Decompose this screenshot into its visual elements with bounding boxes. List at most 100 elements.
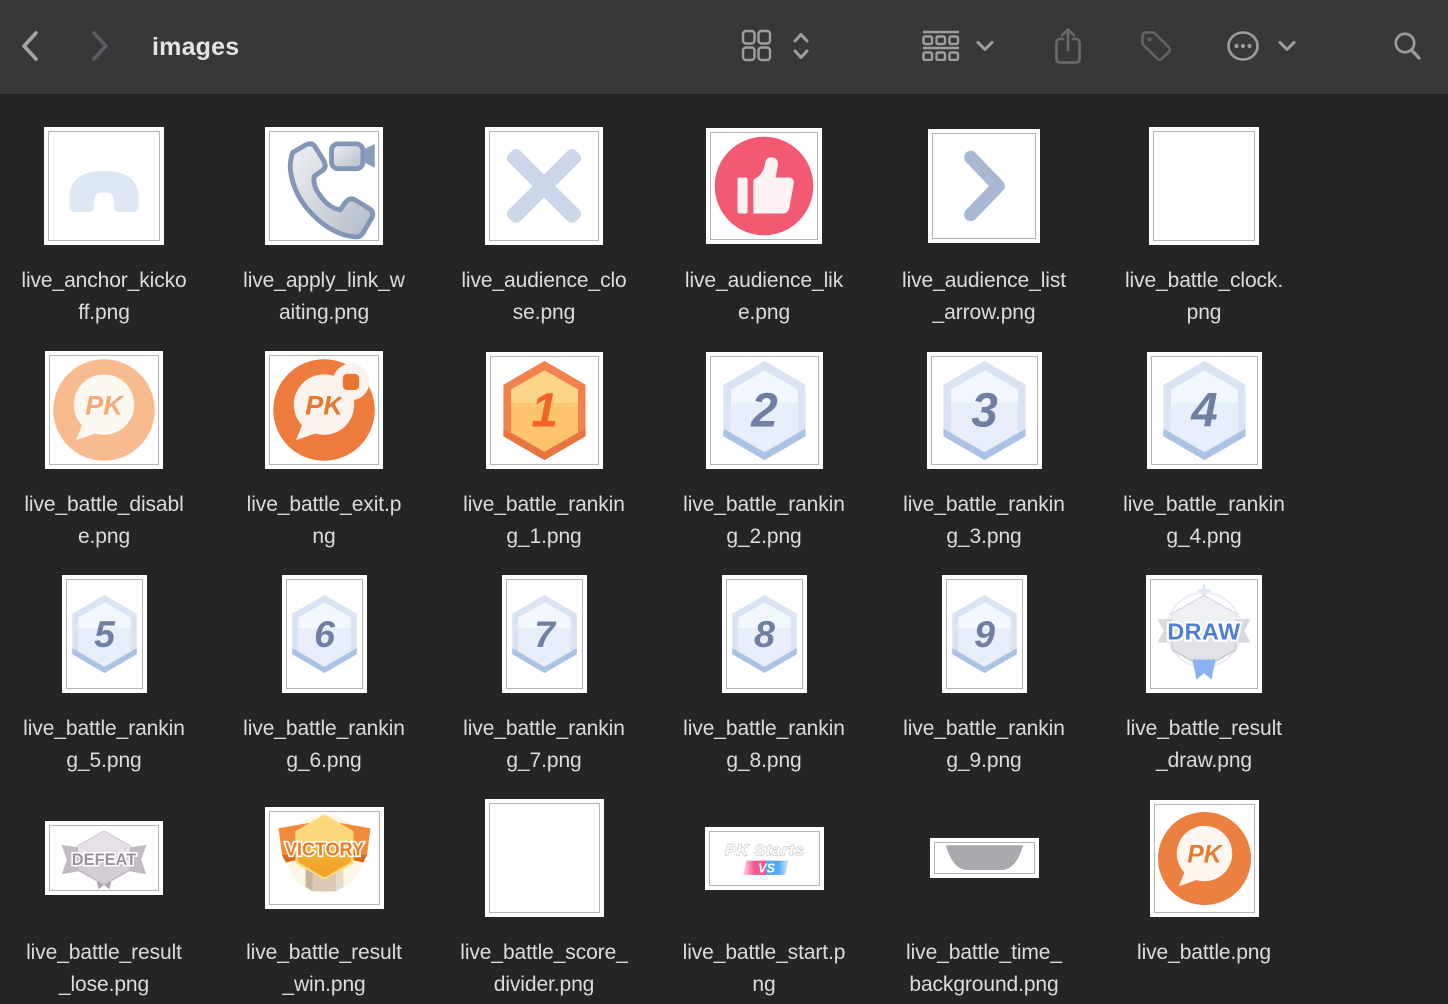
search-icon [1392,30,1422,65]
file-item[interactable]: 2 live_battle_rankin g_2.png [654,319,874,543]
file-thumbnail[interactable]: DEFEAT [45,821,163,895]
pk-bubble-icon: PK [1155,805,1254,912]
file-thumbnail[interactable] [928,129,1040,243]
svg-text:7: 7 [534,613,557,655]
file-thumbnail[interactable]: DRAW [1146,575,1262,693]
file-thumbnail[interactable]: PK [45,351,163,469]
group-by-icon [922,30,960,64]
file-item[interactable]: live_audience_lik e.png [654,95,874,319]
file-item[interactable]: PK live_battle.png [1094,767,1314,991]
file-thumbnail[interactable]: 2 [706,352,823,469]
file-thumbnail[interactable]: PK Starts VS [705,827,824,890]
file-item[interactable]: live_battle_score_ divider.png [434,767,654,991]
file-thumbnail[interactable]: VICTORY [265,807,384,909]
finder-toolbar: images [0,0,1448,95]
chevron-up-down-icon [792,31,810,64]
back-button[interactable] [18,29,42,66]
file-item[interactable]: 1 live_battle_rankin g_1.png [434,319,654,543]
file-item[interactable]: PK live_battle_disabl e.png [0,319,214,543]
close-x-icon [490,132,598,240]
chevron-down-icon [976,40,994,55]
svg-text:8: 8 [754,613,775,655]
blank-icon [1154,132,1254,240]
file-thumbnail[interactable]: 4 [1147,352,1262,469]
file-item[interactable]: live_battle_time_ background.png [874,767,1094,991]
file-item[interactable]: VICTORY live_battle_result _win.png [214,767,434,991]
phone-video-icon [270,132,378,240]
file-thumbnail[interactable]: 5 [62,575,147,693]
file-item[interactable]: DRAW live_battle_result _draw.png [1094,543,1314,767]
forward-button[interactable] [88,29,112,66]
group-by-chevron[interactable] [976,40,994,55]
more-options-button[interactable] [1226,30,1260,65]
tag-button[interactable] [1138,28,1174,67]
more-ellipsis-icon [1226,30,1260,65]
svg-text:VICTORY: VICTORY [284,839,363,859]
file-item[interactable]: 9 live_battle_rankin g_9.png [874,543,1094,767]
file-name[interactable]: live_battle_score_ divider.png [434,937,654,1001]
file-thumbnail[interactable]: 8 [722,575,807,693]
pk-disabled-icon: PK [50,356,158,464]
file-thumbnail[interactable] [485,799,604,917]
search-button[interactable] [1392,30,1422,65]
file-item[interactable]: 5 live_battle_rankin g_5.png [0,543,214,767]
svg-text:4: 4 [1190,384,1218,437]
svg-text:1: 1 [531,384,558,437]
rank-4-icon: 4 [1152,357,1257,464]
file-thumbnail[interactable]: 9 [942,575,1027,693]
svg-text:PK: PK [1187,841,1224,868]
svg-text:VS: VS [758,861,775,875]
file-item[interactable]: live_apply_link_w aiting.png [214,95,434,319]
rank-3-icon: 3 [932,357,1037,464]
file-item[interactable]: PK Starts VS live_battle_start.p ng [654,767,874,991]
file-thumbnail[interactable]: 6 [282,575,367,693]
file-thumbnail[interactable]: 3 [927,352,1042,469]
file-name[interactable]: live_battle.png [1094,937,1314,969]
view-mode-button[interactable] [741,29,772,65]
file-thumbnail[interactable]: PK [1150,800,1259,917]
file-thumbnail[interactable]: PK [265,351,383,469]
file-thumbnail[interactable] [485,127,603,245]
tag-icon [1138,28,1174,67]
file-thumbnail[interactable]: 7 [502,575,587,693]
time-bg-icon [935,843,1034,873]
file-name[interactable]: live_battle_time_ background.png [874,937,1094,1001]
file-thumbnail[interactable] [930,838,1039,878]
file-item[interactable]: 3 live_battle_rankin g_3.png [874,319,1094,543]
rank-8-icon: 8 [727,580,802,688]
pk-exit-icon: PK [270,356,378,464]
file-thumbnail[interactable] [1149,127,1259,245]
blank-icon [490,804,599,912]
file-thumbnail[interactable] [44,127,164,245]
share-button[interactable] [1052,26,1084,69]
svg-text:6: 6 [314,613,336,655]
file-item[interactable]: 4 live_battle_rankin g_4.png [1094,319,1314,543]
file-thumbnail[interactable]: 1 [486,352,603,469]
file-item[interactable]: 6 live_battle_rankin g_6.png [214,543,434,767]
file-thumbnail[interactable] [706,128,822,244]
file-item[interactable]: 7 live_battle_rankin g_7.png [434,543,654,767]
file-item[interactable]: DEFEAT live_battle_result _lose.png [0,767,214,991]
file-item[interactable]: 8 live_battle_rankin g_8.png [654,543,874,767]
group-by-button[interactable] [922,30,960,64]
share-icon [1052,26,1084,69]
file-thumbnail[interactable] [265,127,383,245]
like-thumb-icon [711,133,817,239]
file-item[interactable]: live_anchor_kicko ff.png [0,95,214,319]
file-item[interactable]: live_audience_clo se.png [434,95,654,319]
file-name[interactable]: live_battle_start.p ng [654,937,874,1001]
defeat-badge-icon: DEFEAT [50,826,158,890]
victory-badge-icon: VICTORY [270,812,379,904]
draw-badge-icon: DRAW [1151,580,1257,688]
chevron-right-icon [933,134,1035,238]
more-options-chevron[interactable] [1278,40,1296,55]
svg-text:9: 9 [974,613,995,655]
file-item[interactable]: PK live_battle_exit.p ng [214,319,434,543]
view-sort-stepper[interactable] [792,31,810,64]
rank-7-icon: 7 [507,580,582,688]
file-item[interactable]: live_audience_list _arrow.png [874,95,1094,319]
rank-9-icon: 9 [947,580,1022,688]
file-name[interactable]: live_battle_result _win.png [214,937,434,1001]
file-item[interactable]: live_battle_clock. png [1094,95,1314,319]
file-name[interactable]: live_battle_result _lose.png [0,937,214,1001]
